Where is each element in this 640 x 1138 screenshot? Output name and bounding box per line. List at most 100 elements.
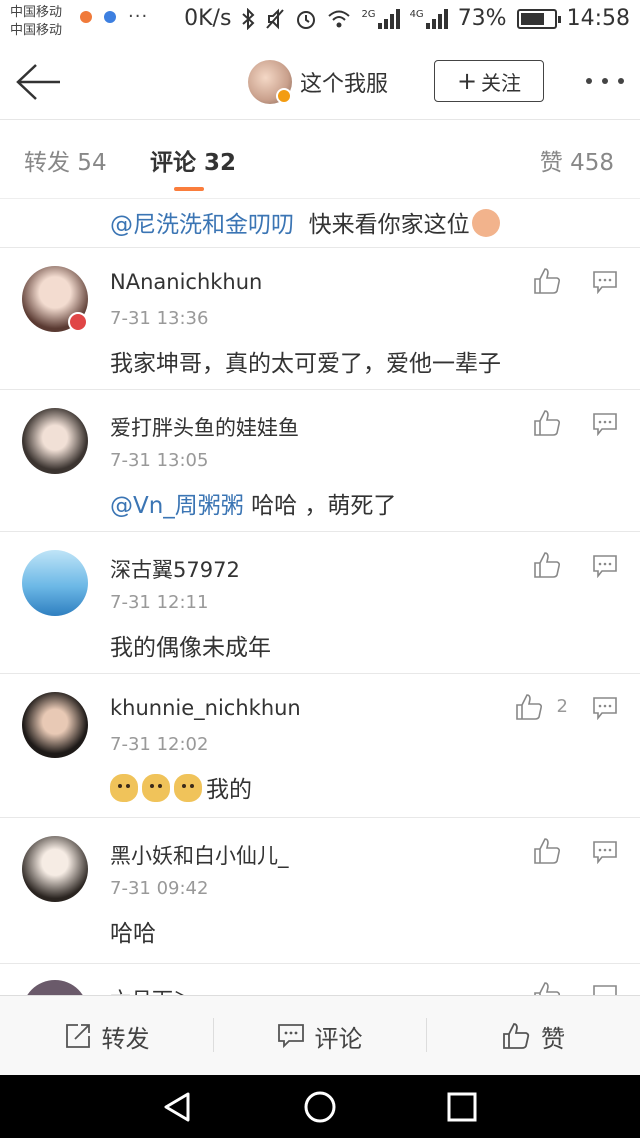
commenter-name[interactable]: khunnie_nichkhun xyxy=(110,696,301,720)
carrier-1: 中国移动 xyxy=(10,5,63,20)
member-badge-icon xyxy=(68,312,88,332)
comment-time: 7-31 12:02 xyxy=(110,734,209,755)
reply-icon[interactable] xyxy=(592,696,618,720)
signal-bars-icon xyxy=(377,8,400,29)
reply-icon[interactable] xyxy=(592,412,618,436)
comment-label: 评论 xyxy=(314,1024,363,1053)
comment-text: 我的偶像未成年 xyxy=(110,635,271,661)
commenter-name[interactable]: 黑小妖和白小仙儿_ xyxy=(110,840,289,870)
verified-badge-icon xyxy=(276,88,292,104)
weibo-notification-icon xyxy=(80,11,92,23)
repost-button[interactable]: 转发 xyxy=(0,996,213,1076)
like-icon[interactable] xyxy=(532,836,562,866)
comment-item[interactable]: khunnie_nichkhun 7-31 12:02 我的 2 xyxy=(0,673,640,815)
comment-list[interactable]: @尼洗洗和金叨叨 快来看你家这位 NAnanichkhun 7-31 13:36… xyxy=(0,199,640,995)
comment-item[interactable]: 深古翼57972 7-31 12:11 我的偶像未成年 xyxy=(0,531,640,673)
bluetooth-icon xyxy=(242,7,255,30)
like-icon xyxy=(503,1023,530,1049)
comment-item[interactable]: 爱打胖头鱼的娃娃鱼 7-31 13:05 @Vn_周粥粥 哈哈 ，萌死了 xyxy=(0,389,640,531)
mention-link[interactable]: @Vn_周粥粥 xyxy=(110,493,244,519)
avatar[interactable] xyxy=(22,692,88,758)
comment-item[interactable]: 黑小妖和白小仙儿_ 7-31 09:42 哈哈 xyxy=(0,817,640,959)
comment-text-row: @Vn_周粥粥 哈哈 ，萌死了 xyxy=(110,486,396,520)
like-icon[interactable] xyxy=(532,266,562,296)
follow-label: 关注 xyxy=(481,70,522,95)
like-button[interactable]: 赞 xyxy=(426,996,640,1076)
signal-2g: 2G xyxy=(361,8,400,29)
comment-button[interactable]: 评论 xyxy=(213,996,426,1076)
alarm-icon xyxy=(297,10,316,29)
reply-icon[interactable] xyxy=(592,270,618,294)
reply-icon[interactable] xyxy=(592,984,618,995)
comment-text: 快来看你家这位 xyxy=(308,212,470,238)
reply-icon[interactable] xyxy=(592,554,618,578)
comment-item-partial[interactable]: 六月下＞ xyxy=(0,963,640,995)
avatar[interactable] xyxy=(22,550,88,616)
tab-like[interactable]: 赞 458 xyxy=(540,143,614,177)
battery-percent: 73% xyxy=(457,6,507,31)
bottom-action-bar: 转发 评论 赞 xyxy=(0,995,640,1075)
status-bar: 中国移动 中国移动 ··· 0K/s 2G 4G 73% 14:58 xyxy=(0,0,640,44)
app-notification-icon xyxy=(104,11,116,23)
commenter-name[interactable]: NAnanichkhun xyxy=(110,270,262,294)
clock: 14:58 xyxy=(566,6,630,31)
wifi-icon xyxy=(328,10,351,27)
doge-emoji-icon xyxy=(174,774,202,802)
comment-item[interactable]: NAnanichkhun 7-31 13:36 我家坤哥，真的太可爱了，爱他一辈… xyxy=(0,247,640,389)
repost-icon xyxy=(65,1024,90,1048)
doge-emoji-icon xyxy=(110,774,138,802)
mention-link[interactable]: @尼洗洗和金叨叨 xyxy=(110,212,294,238)
commenter-name[interactable]: 六月下＞ xyxy=(110,984,194,995)
reply-icon[interactable] xyxy=(592,840,618,864)
back-triangle-icon[interactable] xyxy=(160,1090,194,1124)
system-status: 0K/s 2G 4G 73% 14:58 xyxy=(184,6,630,31)
feed-tabs: 转发 54 评论 32 赞 458 xyxy=(0,121,640,199)
tab-repost[interactable]: 转发 54 xyxy=(24,143,107,177)
like-icon[interactable] xyxy=(532,980,562,995)
more-options-icon[interactable] xyxy=(586,78,624,84)
comment-text-row: 我的 xyxy=(110,770,252,804)
avatar[interactable] xyxy=(22,836,88,902)
plus-icon: + xyxy=(456,67,478,95)
comment-text: 哈哈 xyxy=(110,921,156,947)
author-name[interactable]: 这个我服 xyxy=(300,66,388,98)
comment-text: 我家坤哥，真的太可爱了，爱他一辈子 xyxy=(110,351,501,377)
vibrate-off-icon xyxy=(266,8,285,29)
like-label: 赞 xyxy=(541,1024,565,1053)
comment-text: 我的 xyxy=(206,777,252,803)
like-icon[interactable] xyxy=(532,408,562,438)
carrier-labels: 中国移动 中国移动 xyxy=(10,4,62,40)
like-count: 2 xyxy=(556,696,568,717)
comment-icon xyxy=(277,1024,304,1049)
emoji-icon xyxy=(471,209,500,237)
avatar[interactable] xyxy=(22,980,88,995)
avatar[interactable] xyxy=(22,408,88,474)
comment-time: 7-31 12:11 xyxy=(110,592,209,613)
repost-label: 转发 xyxy=(101,1024,150,1053)
battery-fill xyxy=(520,12,544,25)
comment-text: 哈哈 ，萌死了 xyxy=(251,493,397,519)
recents-square-icon[interactable] xyxy=(446,1091,478,1123)
commenter-name[interactable]: 深古翼57972 xyxy=(110,554,240,584)
top-nav-bar: 这个我服 + 关注 xyxy=(0,44,640,120)
notification-icons: ··· xyxy=(80,6,149,27)
comment-time: 7-31 09:42 xyxy=(110,878,209,899)
more-notifications-icon: ··· xyxy=(128,6,149,27)
battery-icon xyxy=(516,8,561,29)
like-icon[interactable] xyxy=(532,550,562,580)
follow-button[interactable]: + 关注 xyxy=(434,60,544,102)
tab-comment[interactable]: 评论 32 xyxy=(150,143,236,177)
signal-bars-icon xyxy=(425,8,448,29)
like-icon[interactable] xyxy=(514,692,544,722)
comment-text-continued: @尼洗洗和金叨叨 快来看你家这位 xyxy=(110,205,500,239)
system-navigation-bar xyxy=(0,1075,640,1138)
network-speed: 0K/s xyxy=(184,6,232,31)
signal-4g: 4G xyxy=(410,8,448,29)
doge-emoji-icon xyxy=(142,774,170,802)
carrier-2: 中国移动 xyxy=(10,23,63,38)
comment-time: 7-31 13:36 xyxy=(110,308,209,329)
home-circle-icon[interactable] xyxy=(303,1090,337,1124)
comment-time: 7-31 13:05 xyxy=(110,450,209,471)
back-arrow-icon[interactable] xyxy=(14,62,64,102)
commenter-name[interactable]: 爱打胖头鱼的娃娃鱼 xyxy=(110,412,299,442)
